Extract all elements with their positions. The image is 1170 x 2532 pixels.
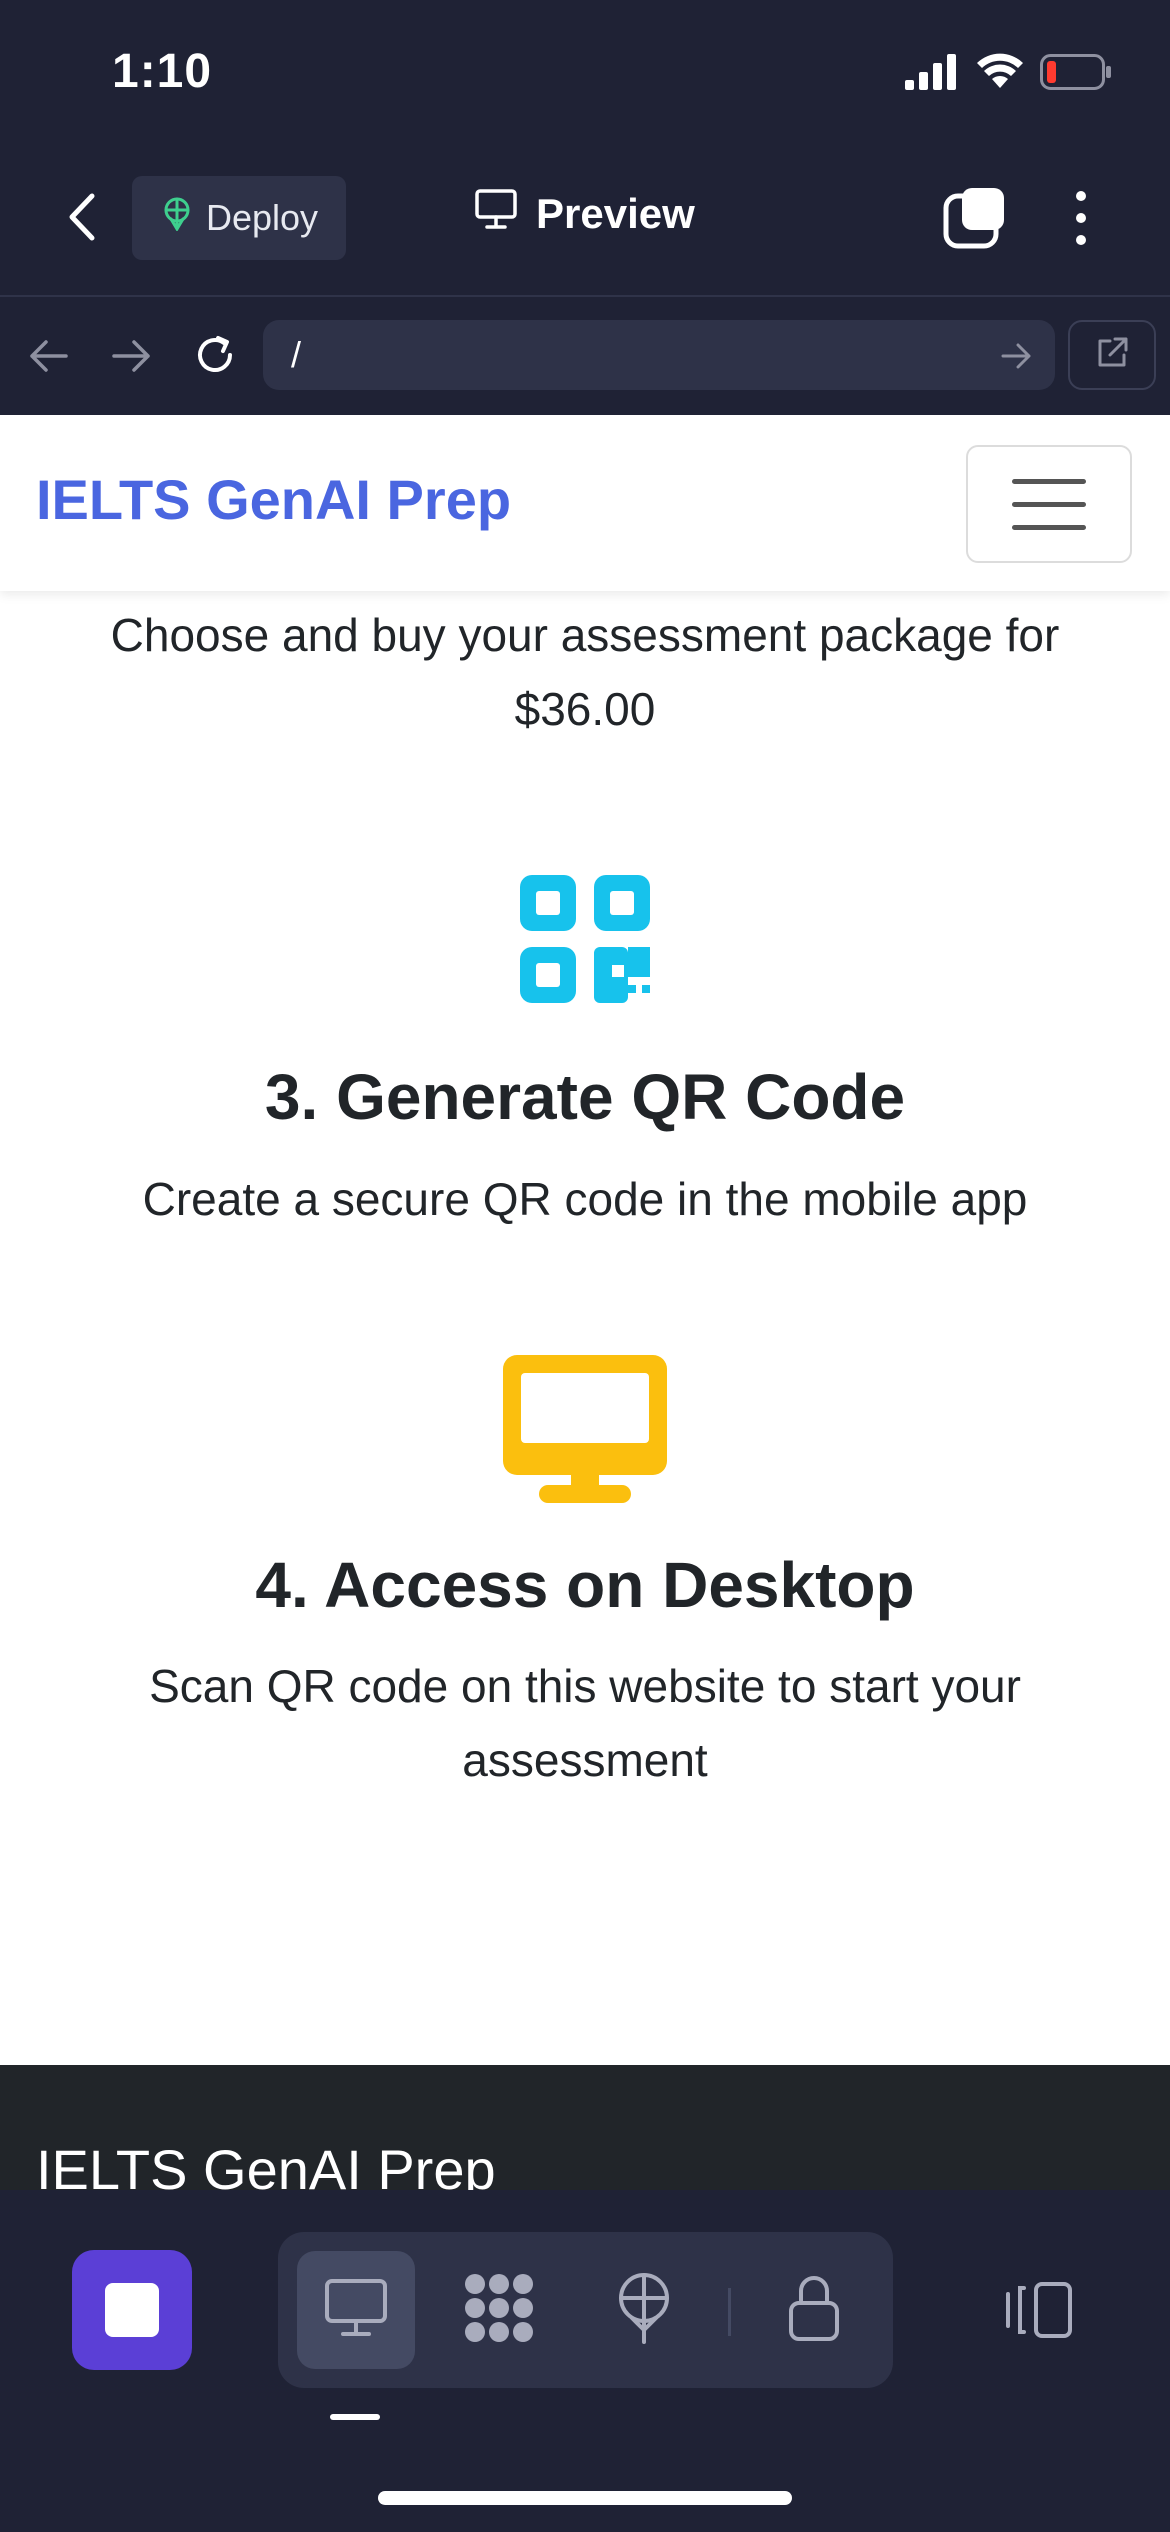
step2-description: Choose and buy your assessment package f… — [110, 609, 1060, 735]
desktop-icon — [503, 1355, 667, 1508]
toolbar-divider — [728, 2288, 731, 2336]
home-indicator — [378, 2491, 792, 2505]
hamburger-line — [1012, 478, 1086, 484]
tool-deploy[interactable] — [585, 2251, 703, 2369]
site-brand[interactable]: IELTS GenAI Prep — [36, 467, 511, 532]
preview-label: Preview — [536, 190, 695, 237]
reload-icon[interactable] — [190, 330, 240, 385]
active-tab-indicator — [330, 2414, 380, 2420]
site-navbar: IELTS GenAI Prep — [0, 415, 1170, 591]
wifi-icon — [975, 50, 1025, 95]
status-time: 1:10 — [112, 45, 213, 98]
browser-forward-icon[interactable] — [110, 336, 154, 381]
hamburger-line — [1012, 501, 1086, 507]
url-input[interactable] — [263, 320, 1055, 390]
step3-title: 3. Generate QR Code — [264, 1061, 906, 1133]
browser-back-icon[interactable] — [26, 336, 70, 381]
deploy-button[interactable]: Deploy — [132, 176, 346, 260]
navbar-toggle-button[interactable] — [966, 445, 1132, 563]
step4-title: 4. Access on Desktop — [255, 1549, 915, 1621]
stop-button[interactable] — [72, 2250, 192, 2370]
lock-icon — [787, 2273, 841, 2348]
apps-grid-icon — [461, 2272, 537, 2349]
tool-desktop-preview[interactable] — [297, 2251, 415, 2369]
tool-apps[interactable] — [440, 2251, 558, 2369]
back-icon[interactable] — [62, 190, 102, 249]
stop-icon — [105, 2283, 159, 2337]
step3-description: Create a secure QR code in the mobile ap… — [142, 1173, 1028, 1225]
qrcode-icon — [520, 875, 650, 1008]
go-arrow-icon[interactable] — [1000, 340, 1034, 377]
more-menu-icon[interactable] — [1066, 188, 1096, 253]
step4-description: Scan QR code on this website to start yo… — [149, 1660, 1021, 1786]
layout-toggle-icon[interactable] — [1000, 2280, 1074, 2345]
battery-icon — [1040, 54, 1112, 95]
tabs-icon[interactable] — [940, 184, 1008, 257]
desktop-icon — [323, 2277, 389, 2344]
open-external-button[interactable] — [1068, 320, 1156, 390]
footer-brand: IELTS GenAI Prep — [36, 2138, 496, 2190]
monitor-icon — [474, 188, 518, 240]
deploy-label: Deploy — [205, 197, 319, 238]
deploy-icon — [614, 2272, 674, 2349]
external-link-icon — [1094, 335, 1130, 376]
tool-secrets[interactable] — [755, 2251, 873, 2369]
cellular-signal-icon — [905, 54, 957, 95]
webview: IELTS GenAI Prep Choose and buy your ass… — [0, 415, 1170, 2065]
deploy-icon — [160, 197, 194, 240]
site-footer: IELTS GenAI Prep — [0, 2065, 1170, 2190]
hamburger-line — [1012, 524, 1086, 530]
preview-tab[interactable]: Preview — [474, 188, 695, 240]
